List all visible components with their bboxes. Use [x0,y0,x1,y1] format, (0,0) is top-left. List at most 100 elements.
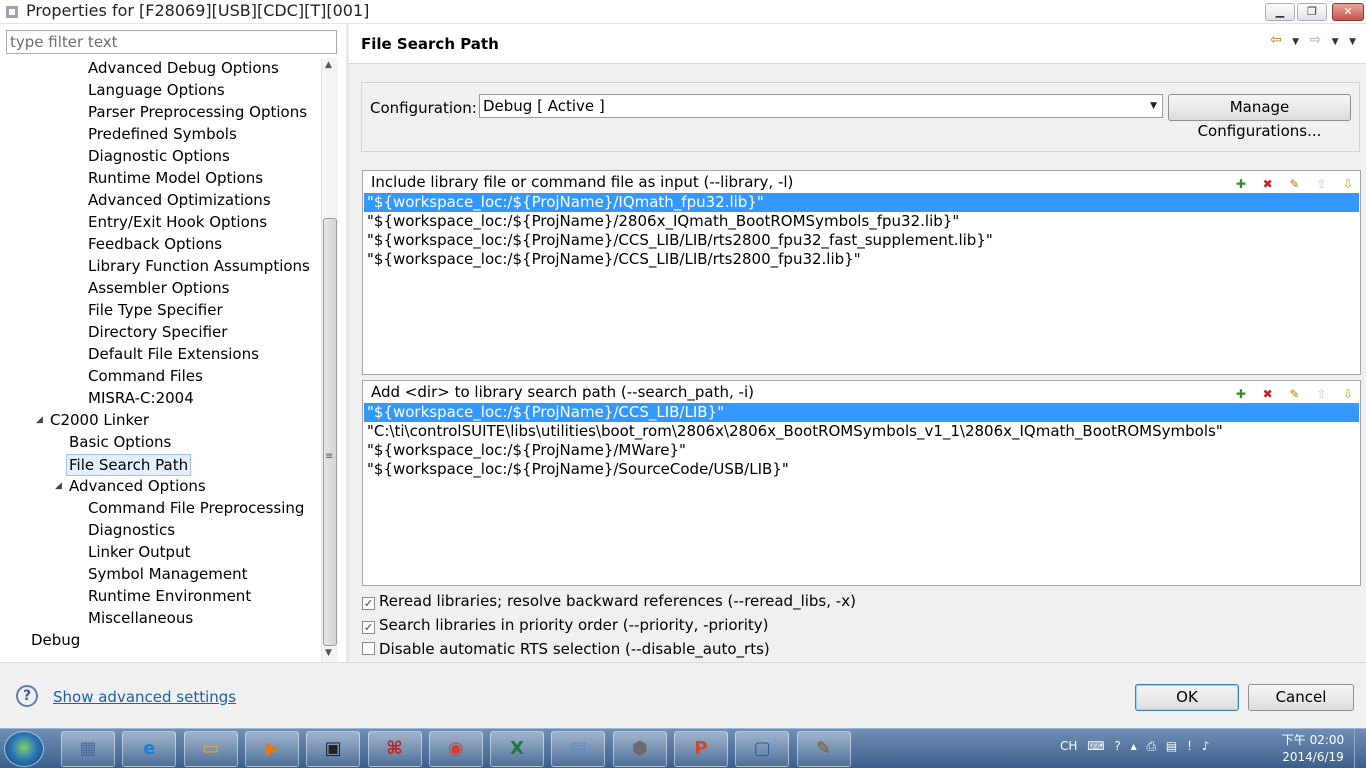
scroll-down-icon[interactable]: ▼ [325,648,332,658]
tree-item[interactable]: Command Files [88,366,203,388]
show-hidden-icons-icon[interactable]: ▴ [1131,739,1137,753]
library-row[interactable]: "${workspace_loc:/${ProjName}/2806x_IQma… [364,212,1359,231]
forward-dropdown-icon[interactable]: ▼ [1332,37,1339,47]
disable-auto-rts-checkbox[interactable] [362,642,375,655]
tree-item[interactable]: Miscellaneous [88,608,193,630]
action-center-icon[interactable]: ! [1187,739,1192,753]
search-path-row[interactable]: "C:\ti\controlSUITE\libs\utilities\boot_… [364,422,1359,441]
delete-icon[interactable]: ✖ [1260,386,1276,402]
volume-icon[interactable]: ♪ [1202,739,1210,753]
file-explorer-icon[interactable]: ▭ [183,731,238,767]
paint-icon[interactable]: ✎ [796,731,851,767]
chip-tool-icon[interactable]: ▣ [306,731,361,767]
powerpoint-icon[interactable]: P [674,731,728,767]
scroll-thumb[interactable] [323,218,337,646]
tree-item[interactable]: Predefined Symbols [88,124,237,146]
show-advanced-settings-link[interactable]: Show advanced settings [53,688,236,706]
cancel-button[interactable]: Cancel [1248,684,1354,711]
tree-item[interactable]: File Search Path [66,454,192,476]
search-path-row[interactable]: "${workspace_loc:/${ProjName}/MWare}" [364,441,1359,460]
edit-icon[interactable]: ✎ [1286,176,1302,192]
reread-libraries-option[interactable]: ✓ Reread libraries; resolve backward refe… [362,592,856,612]
library-row[interactable]: "${workspace_loc:/${ProjName}/CCS_LIB/LI… [364,231,1359,250]
nav-controls: ⇦ ▼ ⇨ ▼ ▼ [1264,32,1356,48]
keyboard-icon[interactable]: ⌨ [1087,739,1104,753]
move-up-icon[interactable]: ⇧ [1313,386,1329,402]
move-up-icon[interactable]: ⇧ [1313,176,1329,192]
disable-auto-rts-option[interactable]: Disable automatic RTS selection (--disab… [362,640,770,660]
tree-item[interactable]: Basic Options [69,432,171,454]
language-indicator[interactable]: CH [1060,739,1077,753]
chrome-icon[interactable]: ◉ [428,731,483,767]
tree-item[interactable]: Advanced Debug Options [88,58,279,80]
start-button[interactable] [4,731,44,767]
tree-item[interactable]: Parser Preprocessing Options [88,102,307,124]
tree-item[interactable]: Language Options [88,80,225,102]
adobe-reader-icon[interactable]: ⌘ [367,731,422,767]
tree-item[interactable]: Diagnostic Options [88,146,230,168]
tree-item[interactable]: Debug [31,630,80,652]
tree-expand-icon[interactable]: ◢ [55,481,62,491]
clock[interactable]: 下午 02:00 2014/6/19 [1278,732,1348,766]
tree-expand-icon[interactable]: ◢ [36,415,43,425]
tree-item[interactable]: MISRA-C:2004 [88,388,194,410]
library-row[interactable]: "${workspace_loc:/${ProjName}/CCS_LIB/LI… [364,250,1359,269]
maximize-button[interactable]: ❐ [1297,3,1327,21]
tree-item[interactable]: C2000 Linker [50,410,149,432]
tree-item[interactable]: Symbol Management [88,564,247,586]
delete-icon[interactable]: ✖ [1260,176,1276,192]
scroll-up-icon[interactable]: ▲ [325,60,332,70]
move-down-icon[interactable]: ⇩ [1340,176,1356,192]
forward-icon[interactable]: ⇨ [1310,32,1322,48]
library-row[interactable]: "${workspace_loc:/${ProjName}/IQmath_fpu… [364,193,1359,212]
move-down-icon[interactable]: ⇩ [1340,386,1356,402]
app-blue-icon[interactable]: ▢ [735,731,790,767]
back-dropdown-icon[interactable]: ▼ [1292,37,1299,47]
tree-item[interactable]: Runtime Model Options [88,168,263,190]
network-icon[interactable]: ▤ [1166,739,1177,753]
search-path-row[interactable]: "${workspace_loc:/${ProjName}/SourceCode… [364,460,1359,479]
disable-auto-rts-label: Disable automatic RTS selection (--disab… [379,640,770,658]
panel-splitter[interactable] [346,24,349,662]
reread-libraries-checkbox[interactable]: ✓ [362,597,375,610]
tree-item[interactable]: Library Function Assumptions [88,256,310,278]
close-button[interactable]: ✕ [1332,3,1364,21]
tree-scrollbar[interactable]: ▲ ≡ ▼ [321,58,338,662]
minimize-button[interactable]: ▁ [1265,3,1295,21]
view-menu-icon[interactable]: ▼ [1349,37,1356,47]
add-icon[interactable]: ✚ [1233,386,1249,402]
tree-item[interactable]: Linker Output [88,542,190,564]
tree-item[interactable]: Entry/Exit Hook Options [88,212,267,234]
edit-icon[interactable]: ✎ [1286,386,1302,402]
calculator-icon[interactable]: ▦ [61,731,115,767]
tree-item[interactable]: File Type Specifier [88,300,223,322]
notepad-icon[interactable]: ▤ [551,731,606,767]
help-tray-icon[interactable]: ? [1114,739,1120,753]
tree-item[interactable]: Runtime Environment [88,586,251,608]
search-path-row[interactable]: "${workspace_loc:/${ProjName}/CCS_LIB/LI… [364,403,1359,422]
library-list: Include library file or command file as … [362,170,1361,375]
add-icon[interactable]: ✚ [1233,176,1249,192]
priority-order-option[interactable]: ✓ Search libraries in priority order (--p… [362,616,769,636]
tree-item[interactable]: Default File Extensions [88,344,259,366]
media-player-icon[interactable]: ▶ [244,731,299,767]
tree-item[interactable]: Advanced Options [69,476,206,498]
internet-explorer-icon[interactable]: e [122,731,177,767]
excel-icon[interactable]: X [490,731,545,767]
tree-item[interactable]: Advanced Optimizations [88,190,271,212]
help-icon[interactable]: ? [16,685,38,707]
back-icon[interactable]: ⇦ [1270,32,1282,48]
priority-order-checkbox[interactable]: ✓ [362,621,375,634]
tree-item[interactable]: Diagnostics [88,520,175,542]
show-desktop-button[interactable] [1354,729,1366,768]
tree-item[interactable]: Assembler Options [88,278,229,300]
manage-configurations-button[interactable]: Manage Configurations... [1168,94,1351,140]
tree-item[interactable]: Command File Preprocessing [88,498,304,520]
configuration-select[interactable]: Debug [ Active ] ▼ [479,94,1163,118]
device-icon[interactable]: ⎙ [1146,739,1156,753]
filter-input[interactable] [6,30,337,54]
tree-item[interactable]: Feedback Options [88,234,222,256]
tree-item[interactable]: Directory Specifier [88,322,227,344]
code-composer-icon[interactable]: ⬢ [612,731,667,767]
ok-button[interactable]: OK [1135,684,1239,711]
